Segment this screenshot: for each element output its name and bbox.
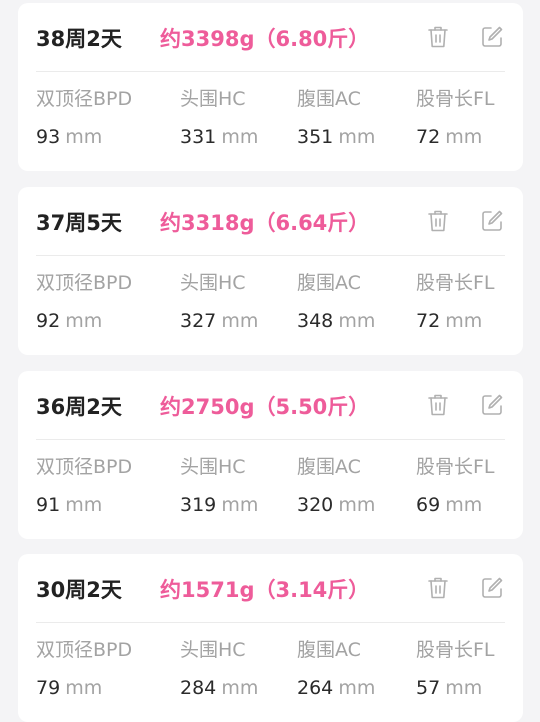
metric-unit: mm xyxy=(221,126,259,148)
record-card[interactable]: 36周2天 约2750g（5.50斤） 双顶径BPD 91 mm 头围HC 31 xyxy=(18,371,523,539)
metric-label: 头围HC xyxy=(180,456,246,478)
metric-value: 69 xyxy=(416,494,441,516)
metric-unit: mm xyxy=(338,494,376,516)
metric-label: 股骨长FL xyxy=(416,456,495,478)
record-card[interactable]: 38周2天 约3398g（6.80斤） 双顶径BPD 93 mm 头围HC 33 xyxy=(18,3,523,171)
metric-unit: mm xyxy=(65,310,103,332)
metric-label: 股骨长FL xyxy=(416,272,495,294)
metric-label: 双顶径BPD xyxy=(36,639,133,661)
gestational-week: 30周2天 xyxy=(36,578,122,602)
metric-ac: 腹围AC 320 mm xyxy=(297,455,375,518)
metric-fl: 股骨长FL 69 mm xyxy=(416,455,495,518)
metric-value: 72 xyxy=(416,310,441,332)
metric-hc: 头围HC 319 mm xyxy=(180,455,258,518)
gestational-week: 36周2天 xyxy=(36,395,122,419)
estimated-weight: 约3398g（6.80斤） xyxy=(160,27,370,51)
metric-value: 92 xyxy=(36,310,61,332)
divider xyxy=(36,622,505,623)
metric-label: 腹围AC xyxy=(297,639,361,661)
metric-unit: mm xyxy=(338,310,376,332)
metric-label: 头围HC xyxy=(180,272,246,294)
metric-unit: mm xyxy=(445,494,483,516)
metric-fl: 股骨长FL 57 mm xyxy=(416,638,495,701)
metric-label: 头围HC xyxy=(180,88,246,110)
metric-unit: mm xyxy=(221,677,259,699)
metric-label: 头围HC xyxy=(180,639,246,661)
record-header: 37周5天 约3318g（6.64斤） xyxy=(18,187,523,255)
metric-label: 腹围AC xyxy=(297,456,361,478)
estimated-weight: 约1571g（3.14斤） xyxy=(160,578,370,602)
metric-unit: mm xyxy=(445,126,483,148)
metric-label: 双顶径BPD xyxy=(36,88,133,110)
edit-icon[interactable] xyxy=(478,391,506,419)
estimated-weight: 约3318g（6.64斤） xyxy=(160,211,370,235)
measurement-row: 双顶径BPD 93 mm 头围HC 331 mm 腹围AC 351 mm 股骨长… xyxy=(18,87,523,157)
metric-value: 319 xyxy=(180,494,217,516)
measurement-row: 双顶径BPD 79 mm 头围HC 284 mm 腹围AC 264 mm 股骨长… xyxy=(18,638,523,708)
trash-icon[interactable] xyxy=(424,574,452,602)
metric-bpd: 双顶径BPD 93 mm xyxy=(36,87,132,150)
metric-value: 327 xyxy=(180,310,217,332)
metric-bpd: 双顶径BPD 92 mm xyxy=(36,271,132,334)
metric-value: 320 xyxy=(297,494,334,516)
divider xyxy=(36,255,505,256)
metric-ac: 腹围AC 264 mm xyxy=(297,638,375,701)
metric-unit: mm xyxy=(338,677,376,699)
metric-value: 93 xyxy=(36,126,61,148)
metric-label: 双顶径BPD xyxy=(36,456,133,478)
metric-hc: 头围HC 284 mm xyxy=(180,638,258,701)
metric-label: 股骨长FL xyxy=(416,88,495,110)
metric-value: 331 xyxy=(180,126,217,148)
divider xyxy=(36,71,505,72)
trash-icon[interactable] xyxy=(424,207,452,235)
edit-icon[interactable] xyxy=(478,23,506,51)
record-card[interactable]: 37周5天 约3318g（6.64斤） 双顶径BPD 92 mm 头围HC 32 xyxy=(18,187,523,355)
metric-unit: mm xyxy=(65,494,103,516)
metric-ac: 腹围AC 348 mm xyxy=(297,271,375,334)
measurement-row: 双顶径BPD 91 mm 头围HC 319 mm 腹围AC 320 mm 股骨长… xyxy=(18,455,523,525)
metric-label: 腹围AC xyxy=(297,272,361,294)
record-header: 38周2天 约3398g（6.80斤） xyxy=(18,3,523,71)
metric-label: 双顶径BPD xyxy=(36,272,133,294)
metric-bpd: 双顶径BPD 79 mm xyxy=(36,638,132,701)
edit-icon[interactable] xyxy=(478,574,506,602)
gestational-week: 37周5天 xyxy=(36,211,122,235)
edit-icon[interactable] xyxy=(478,207,506,235)
trash-icon[interactable] xyxy=(424,23,452,51)
record-header: 36周2天 约2750g（5.50斤） xyxy=(18,371,523,439)
metric-fl: 股骨长FL 72 mm xyxy=(416,87,495,150)
gestational-week: 38周2天 xyxy=(36,27,122,51)
metric-unit: mm xyxy=(445,677,483,699)
metric-unit: mm xyxy=(445,310,483,332)
metric-value: 351 xyxy=(297,126,334,148)
metric-value: 72 xyxy=(416,126,441,148)
metric-hc: 头围HC 331 mm xyxy=(180,87,258,150)
metric-label: 股骨长FL xyxy=(416,639,495,661)
metric-value: 79 xyxy=(36,677,61,699)
metric-ac: 腹围AC 351 mm xyxy=(297,87,375,150)
metric-value: 284 xyxy=(180,677,217,699)
metric-value: 348 xyxy=(297,310,334,332)
metric-value: 57 xyxy=(416,677,441,699)
estimated-weight: 约2750g（5.50斤） xyxy=(160,395,370,419)
record-header: 30周2天 约1571g（3.14斤） xyxy=(18,554,523,622)
metric-unit: mm xyxy=(65,126,103,148)
trash-icon[interactable] xyxy=(424,391,452,419)
divider xyxy=(36,439,505,440)
metric-fl: 股骨长FL 72 mm xyxy=(416,271,495,334)
record-card[interactable]: 30周2天 约1571g（3.14斤） 双顶径BPD 79 mm 头围HC 28 xyxy=(18,554,523,722)
metric-unit: mm xyxy=(65,677,103,699)
metric-label: 腹围AC xyxy=(297,88,361,110)
metric-unit: mm xyxy=(221,494,259,516)
metric-unit: mm xyxy=(221,310,259,332)
metric-hc: 头围HC 327 mm xyxy=(180,271,258,334)
metric-value: 91 xyxy=(36,494,61,516)
metric-value: 264 xyxy=(297,677,334,699)
measurement-row: 双顶径BPD 92 mm 头围HC 327 mm 腹围AC 348 mm 股骨长… xyxy=(18,271,523,341)
metric-unit: mm xyxy=(338,126,376,148)
metric-bpd: 双顶径BPD 91 mm xyxy=(36,455,132,518)
